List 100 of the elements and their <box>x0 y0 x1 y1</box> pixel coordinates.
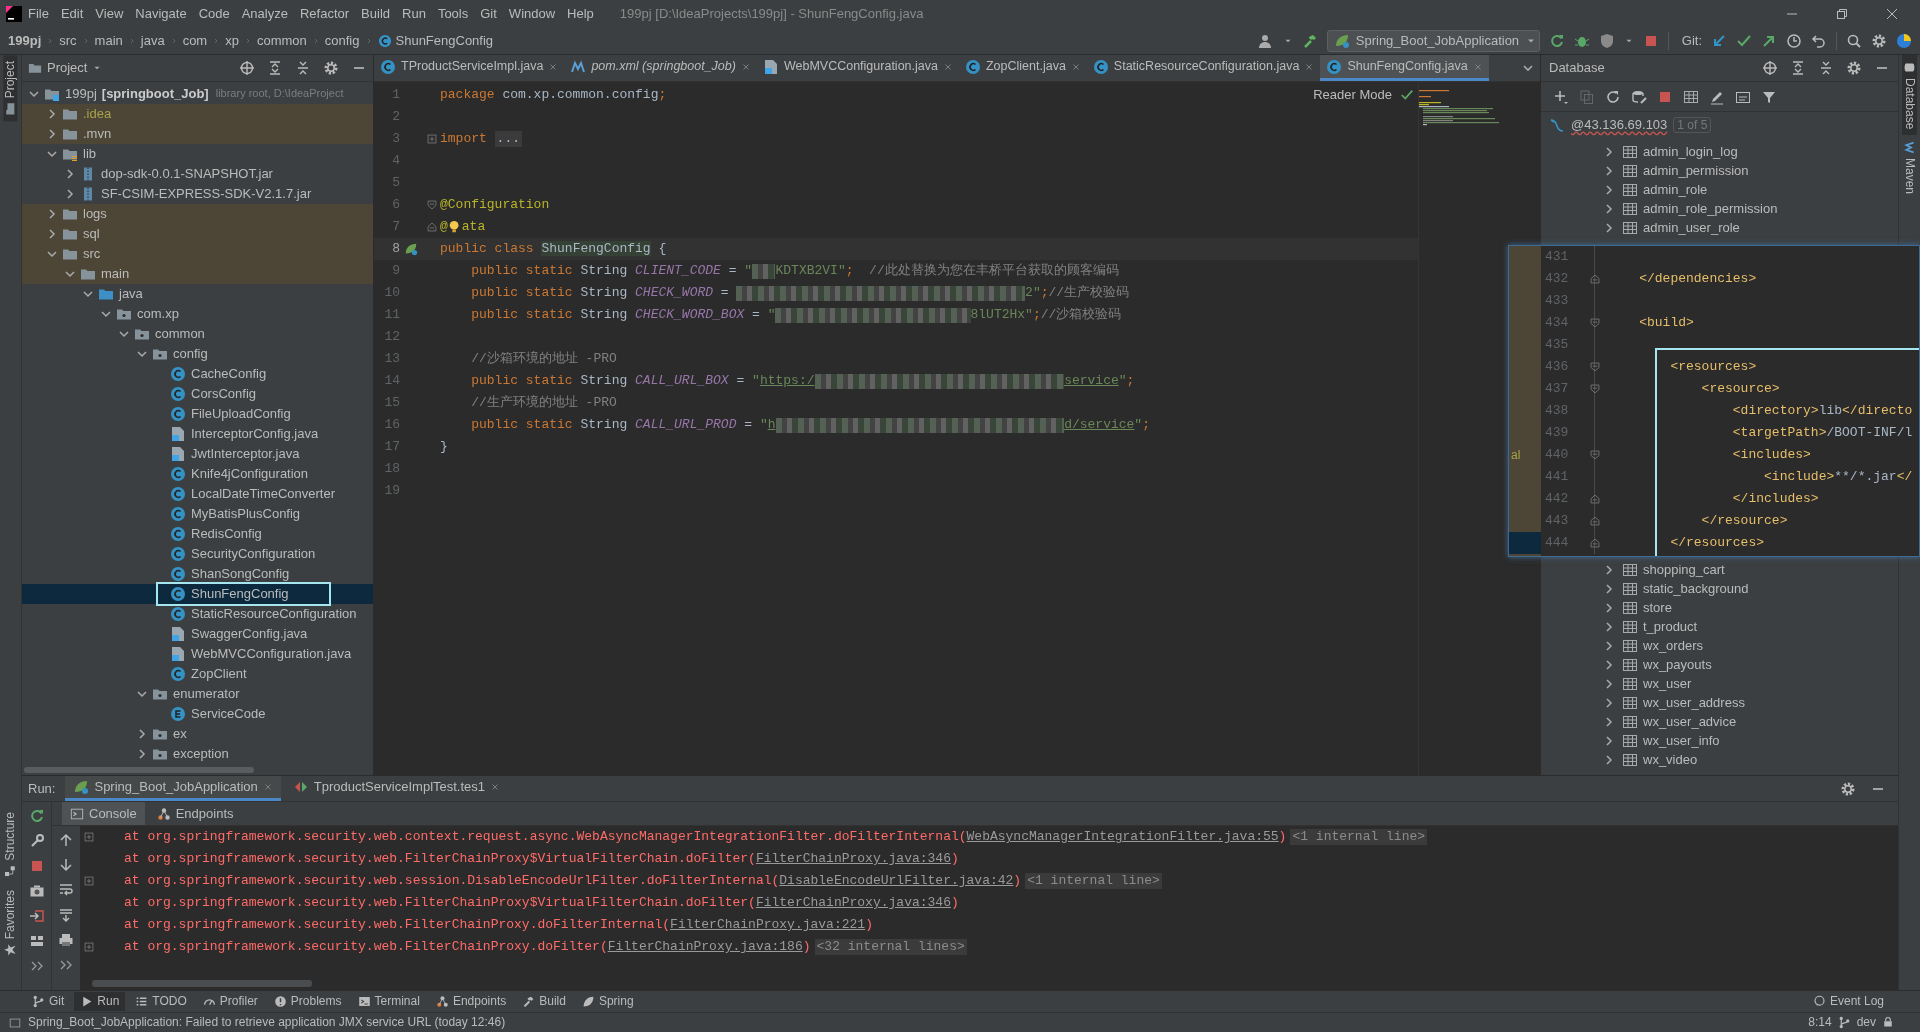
table-item[interactable]: wx_orders <box>1541 636 1898 655</box>
menu-item[interactable]: Edit <box>54 3 90 25</box>
tool-window-tab[interactable]: TODO <box>129 992 193 1011</box>
login-icon[interactable] <box>28 908 45 924</box>
menu-item[interactable]: Git <box>474 3 503 25</box>
table-item[interactable]: static_background <box>1541 579 1898 598</box>
console-tab[interactable]: Console <box>62 802 145 825</box>
fold-icon[interactable] <box>1587 382 1602 396</box>
table-item[interactable]: admin_permission <box>1541 161 1898 180</box>
close-icon[interactable] <box>548 61 559 72</box>
search-icon[interactable] <box>1846 33 1862 49</box>
run-configuration-dropdown[interactable]: Spring_Boot_JobApplication <box>1326 30 1540 52</box>
menu-item[interactable]: Refactor <box>293 3 356 25</box>
fold-icon[interactable] <box>1587 360 1602 374</box>
menu-item[interactable]: Analyze <box>235 3 294 25</box>
undo-icon[interactable] <box>1811 33 1827 49</box>
close-icon[interactable] <box>1304 61 1315 72</box>
fold-plus-icon[interactable] <box>82 940 96 954</box>
tree-item[interactable]: 199pj [springboot_Job] library root, D:\IdeaProject <box>22 84 373 104</box>
event-log-button[interactable]: Event Log <box>1806 992 1890 1011</box>
editor-tab[interactable]: TProductServiceImpl.java <box>374 55 565 81</box>
restore-icon[interactable] <box>1834 6 1850 22</box>
menu-item[interactable]: Code <box>192 3 236 25</box>
editor-tab[interactable]: pom.xml (springboot_Job) <box>564 55 757 81</box>
table-item[interactable]: admin_login_log <box>1541 142 1898 161</box>
tool-window-tab[interactable]: Terminal <box>351 992 426 1011</box>
editor-tab[interactable]: ZopClient.java <box>958 55 1087 81</box>
source-link[interactable]: FilterChainProxy.java:346 <box>755 851 951 867</box>
tree-item[interactable]: com.xp <box>22 304 373 324</box>
source-link[interactable]: FilterChainProxy.java:221 <box>670 917 866 933</box>
expand-all-icon[interactable] <box>267 60 283 76</box>
plugin-icon[interactable] <box>1896 33 1912 49</box>
tree-item[interactable]: LocalDateTimeConverter <box>22 484 373 504</box>
tool-window-tab[interactable]: Build <box>516 992 572 1011</box>
arrow-down-icon[interactable] <box>58 857 74 873</box>
settings-icon[interactable] <box>1840 780 1856 797</box>
table-item[interactable]: wx_user_advice <box>1541 712 1898 731</box>
settings-icon[interactable] <box>1871 33 1887 49</box>
tree-item[interactable]: ex <box>22 724 373 744</box>
check-icon[interactable] <box>1736 33 1752 49</box>
folded-lines[interactable]: <1 internal line> <box>1290 829 1428 845</box>
folded-lines[interactable]: <1 internal line> <box>1025 873 1162 889</box>
locate-icon[interactable] <box>1762 60 1778 76</box>
tree-item[interactable]: sql <box>22 224 373 244</box>
scroll-to-end-icon[interactable] <box>58 907 74 923</box>
tree-item[interactable]: CacheConfig <box>22 364 373 384</box>
locate-icon[interactable] <box>239 60 255 76</box>
tool-window-tab[interactable]: Problems <box>267 992 348 1011</box>
breadcrumb-item[interactable]: com <box>180 33 210 49</box>
shield-icon[interactable] <box>1598 33 1615 49</box>
table-item[interactable]: shopping_cart <box>1541 560 1898 579</box>
leaf-icon[interactable] <box>404 242 418 256</box>
git-branch[interactable]: dev <box>1856 1015 1876 1030</box>
settings-icon[interactable] <box>323 60 339 76</box>
fold-icon[interactable] <box>1587 316 1602 330</box>
tree-item[interactable]: SecurityConfiguration <box>22 544 373 564</box>
table-item[interactable]: wx_user_address <box>1541 693 1898 712</box>
user-icon[interactable] <box>1257 33 1274 49</box>
arrow-up-icon[interactable] <box>58 832 74 848</box>
table-item[interactable]: wx_user <box>1541 674 1898 693</box>
breadcrumb-item[interactable]: 199pj <box>6 33 44 49</box>
source-link[interactable]: DisableEncodeUrlFilter.java:42 <box>779 873 1014 889</box>
close-icon[interactable] <box>740 61 751 72</box>
tree-item[interactable]: Knife4jConfiguration <box>22 464 373 484</box>
console-tab[interactable]: Endpoints <box>148 802 242 825</box>
editor-tab[interactable]: ShunFengConfig.java <box>1320 55 1489 81</box>
lock-icon[interactable] <box>1882 1016 1894 1029</box>
menu-item[interactable]: Help <box>561 3 600 25</box>
fold-icon[interactable] <box>425 220 439 234</box>
close-icon[interactable] <box>1884 6 1900 22</box>
table-item[interactable]: admin_role <box>1541 180 1898 199</box>
table-item[interactable]: admin_role_permission <box>1541 199 1898 218</box>
tree-item[interactable]: logs <box>22 204 373 224</box>
tree-item[interactable]: JwtInterceptor.java <box>22 444 373 464</box>
table-item[interactable]: wx_payouts <box>1541 655 1898 674</box>
clock-icon[interactable] <box>1786 33 1802 49</box>
tree-item[interactable]: InterceptorConfig.java <box>22 424 373 444</box>
fold-icon[interactable] <box>1587 492 1602 506</box>
breadcrumb-item[interactable]: java <box>138 33 167 49</box>
tree-item[interactable]: exception <box>22 744 373 764</box>
scrollbar[interactable] <box>92 980 312 987</box>
tool-window-tab[interactable]: Project <box>3 55 18 122</box>
tree-item[interactable]: ShanSongConfig <box>22 564 373 584</box>
run-configuration-tab[interactable]: Spring_Boot_JobApplication <box>65 776 281 801</box>
source-link[interactable]: WebAsyncManagerIntegrationFilter.java:55 <box>966 829 1279 845</box>
tool-window-tab[interactable]: Run <box>74 992 126 1011</box>
fold-icon[interactable] <box>1587 514 1602 528</box>
print-icon[interactable] <box>58 932 74 948</box>
editor-tab[interactable]: WebMVCConfiguration.java <box>756 55 959 81</box>
breadcrumb-item[interactable]: config <box>322 33 362 49</box>
tree-item[interactable]: RedisConfig <box>22 524 373 544</box>
panel-title-dropdown[interactable]: Project <box>28 60 103 76</box>
menu-item[interactable]: Run <box>396 3 432 25</box>
soft-wrap-icon[interactable] <box>58 882 74 898</box>
square-icon[interactable] <box>8 1015 22 1030</box>
breadcrumb-item[interactable]: xp <box>223 33 241 49</box>
breadcrumb-item[interactable]: ShunFengConfig <box>375 33 496 49</box>
tree-item[interactable]: dop-sdk-0.0.1-SNAPSHOT.jar <box>22 164 373 184</box>
fold-plus-icon[interactable] <box>82 830 96 844</box>
tree-item[interactable]: ServiceCode <box>22 704 373 724</box>
